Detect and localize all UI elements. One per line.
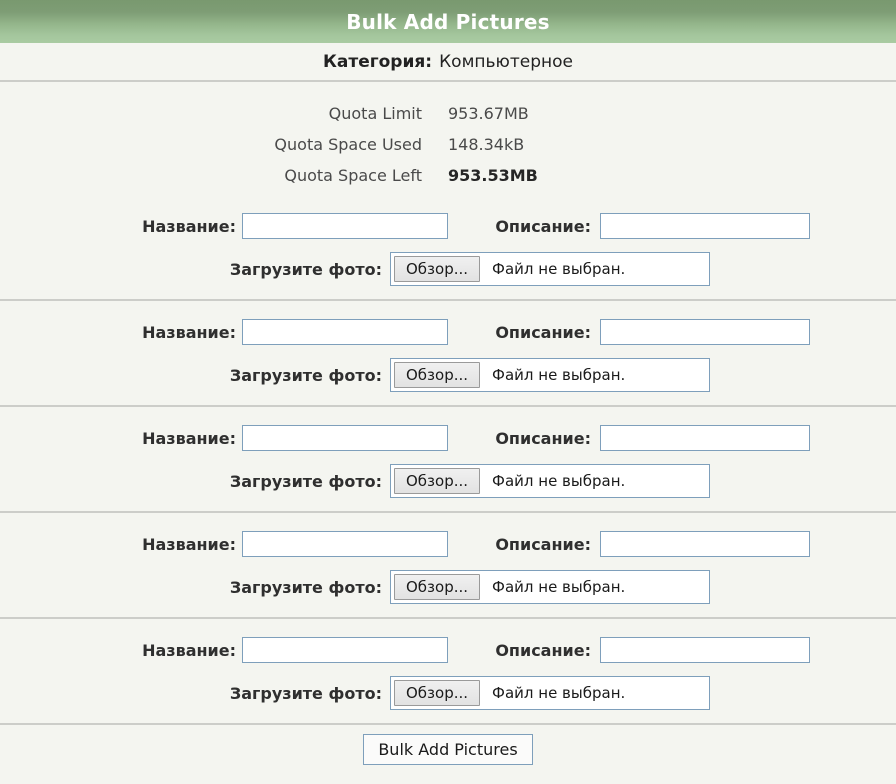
upload-row: Загрузите фото: Обзор... Файл не выбран. <box>0 247 896 291</box>
quota-row: Quota Limit 953.67MB <box>0 98 896 129</box>
browse-button-1[interactable]: Обзор... <box>394 256 480 282</box>
file-input-5[interactable]: Обзор... Файл не выбран. <box>390 676 710 710</box>
picture-entry-5: Название: Описание: Загрузите фото: Обзо… <box>0 619 896 723</box>
file-status-5: Файл не выбран. <box>492 684 625 702</box>
description-input-2[interactable] <box>600 319 810 345</box>
title-input-3[interactable] <box>242 425 448 451</box>
picture-entry-1: Название: Описание: Загрузите фото: Обзо… <box>0 195 896 299</box>
upload-label-3: Загрузите фото: <box>0 472 390 491</box>
description-label-3: Описание: <box>448 429 600 448</box>
picture-entry-3: Название: Описание: Загрузите фото: Обзо… <box>0 407 896 511</box>
page-title: Bulk Add Pictures <box>346 10 550 34</box>
quota-row: Quota Space Used 148.34kB <box>0 129 896 160</box>
bulk-add-pictures-button[interactable]: Bulk Add Pictures <box>363 734 532 765</box>
submit-area: Bulk Add Pictures <box>0 725 896 773</box>
upload-row: Загрузите фото: Обзор... Файл не выбран. <box>0 459 896 503</box>
category-value: Компьютерное <box>439 52 573 72</box>
window-title-bar: Bulk Add Pictures <box>0 0 896 43</box>
description-input-3[interactable] <box>600 425 810 451</box>
name-description-row: Название: Описание: <box>0 311 896 353</box>
upload-label-2: Загрузите фото: <box>0 366 390 385</box>
file-status-3: Файл не выбран. <box>492 472 625 490</box>
file-status-4: Файл не выбран. <box>492 578 625 596</box>
browse-button-3[interactable]: Обзор... <box>394 468 480 494</box>
upload-row: Загрузите фото: Обзор... Файл не выбран. <box>0 565 896 609</box>
quota-space-left-label: Quota Space Left <box>0 166 448 185</box>
picture-entry-4: Название: Описание: Загрузите фото: Обзо… <box>0 513 896 617</box>
description-label-4: Описание: <box>448 535 600 554</box>
name-description-row: Название: Описание: <box>0 205 896 247</box>
description-label-2: Описание: <box>448 323 600 342</box>
file-input-2[interactable]: Обзор... Файл не выбран. <box>390 358 710 392</box>
upload-row: Загрузите фото: Обзор... Файл не выбран. <box>0 671 896 715</box>
title-label-5: Название: <box>0 641 242 660</box>
title-label-1: Название: <box>0 217 242 236</box>
upload-label-5: Загрузите фото: <box>0 684 390 703</box>
file-input-4[interactable]: Обзор... Файл не выбран. <box>390 570 710 604</box>
title-label-4: Название: <box>0 535 242 554</box>
title-label-3: Название: <box>0 429 242 448</box>
name-description-row: Название: Описание: <box>0 629 896 671</box>
picture-entry-2: Название: Описание: Загрузите фото: Обзо… <box>0 301 896 405</box>
title-input-2[interactable] <box>242 319 448 345</box>
name-description-row: Название: Описание: <box>0 417 896 459</box>
description-input-5[interactable] <box>600 637 810 663</box>
browse-button-4[interactable]: Обзор... <box>394 574 480 600</box>
file-status-1: Файл не выбран. <box>492 260 625 278</box>
name-description-row: Название: Описание: <box>0 523 896 565</box>
title-input-5[interactable] <box>242 637 448 663</box>
upload-label-1: Загрузите фото: <box>0 260 390 279</box>
description-input-1[interactable] <box>600 213 810 239</box>
description-input-4[interactable] <box>600 531 810 557</box>
description-label-5: Описание: <box>448 641 600 660</box>
browse-button-5[interactable]: Обзор... <box>394 680 480 706</box>
description-label-1: Описание: <box>448 217 600 236</box>
quota-summary: Quota Limit 953.67MB Quota Space Used 14… <box>0 82 896 195</box>
quota-row: Quota Space Left 953.53MB <box>0 160 896 191</box>
browse-button-2[interactable]: Обзор... <box>394 362 480 388</box>
file-input-3[interactable]: Обзор... Файл не выбран. <box>390 464 710 498</box>
quota-limit-value: 953.67MB <box>448 104 529 123</box>
quota-limit-label: Quota Limit <box>0 104 448 123</box>
file-input-1[interactable]: Обзор... Файл не выбран. <box>390 252 710 286</box>
file-status-2: Файл не выбран. <box>492 366 625 384</box>
quota-space-used-label: Quota Space Used <box>0 135 448 154</box>
quota-space-used-value: 148.34kB <box>448 135 524 154</box>
category-label: Категория: <box>323 52 432 72</box>
upload-label-4: Загрузите фото: <box>0 578 390 597</box>
title-label-2: Название: <box>0 323 242 342</box>
title-input-1[interactable] <box>242 213 448 239</box>
quota-space-left-value: 953.53MB <box>448 166 538 185</box>
category-header: Категория: Компьютерное <box>0 43 896 80</box>
title-input-4[interactable] <box>242 531 448 557</box>
upload-row: Загрузите фото: Обзор... Файл не выбран. <box>0 353 896 397</box>
